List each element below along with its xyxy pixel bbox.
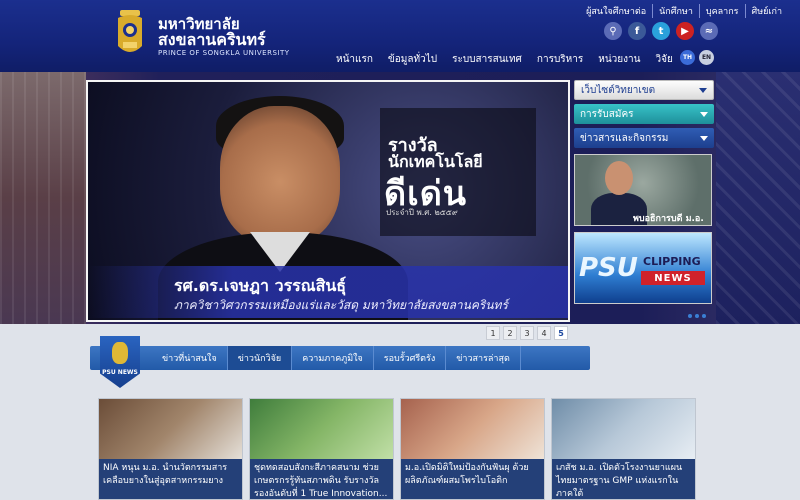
- campus-building-image: [0, 72, 86, 324]
- social-icons: ⚲ f t ▶ ≈: [604, 22, 718, 40]
- psu-news-badge: PSU NEWS: [100, 336, 140, 388]
- lang-th-button[interactable]: TH: [680, 50, 695, 65]
- news-image: [250, 399, 393, 459]
- tab-latest-news[interactable]: ข่าวสารล่าสุด: [446, 346, 521, 370]
- logo-english-name[interactable]: PRINCE OF SONGKLA UNIVERSITY: [158, 49, 290, 57]
- search-icon[interactable]: ⚲: [604, 22, 622, 40]
- top-link-alumni[interactable]: ศิษย์เก่า: [744, 4, 789, 18]
- slider-pager: 1 2 3 4 5: [486, 326, 568, 340]
- campus-websites-dropdown[interactable]: เว็บไซต์วิทยาเขต: [574, 80, 714, 100]
- news-image: [552, 399, 695, 459]
- news-label: NEWS: [641, 271, 705, 285]
- slide-caption-subtitle: ภาควิชาวิศวกรรมเหมืองแร่และวัสดุ มหาวิทย…: [174, 298, 508, 312]
- chevron-down-icon: [699, 87, 707, 93]
- meet-president-label: พบอธิการบดี ม.อ.: [633, 214, 704, 224]
- nav-home[interactable]: หน้าแรก: [336, 52, 373, 67]
- site-header: มหาวิทยาลัย สงขลานครินทร์ PRINCE OF SONG…: [0, 0, 800, 72]
- twitter-icon[interactable]: t: [652, 22, 670, 40]
- slider-page-1[interactable]: 1: [486, 326, 500, 340]
- hero-slider[interactable]: รางวัล นักเทคโนโลยี ดีเด่น ประจำปี พ.ศ. …: [86, 80, 570, 322]
- news-tabs: ข่าวที่น่าสนใจ ข่าวนักวิจัย ความภาคภูมิใ…: [152, 346, 521, 370]
- psu-logo-text: PSU: [579, 253, 638, 283]
- nav-administration[interactable]: การบริหาร: [537, 52, 583, 67]
- top-links: ผู้สนใจศึกษาต่อ นักศึกษา บุคลากร ศิษย์เก…: [580, 4, 788, 18]
- news-card[interactable]: ชุดทดสอบสังกะสีภาคสนาม ช่วย เกษตรกรรู้ทั…: [249, 398, 394, 500]
- news-image: [99, 399, 242, 459]
- news-activities-dropdown[interactable]: ข่าวสารและกิจกรรม: [574, 128, 714, 148]
- campus-lattice-image: [716, 72, 800, 324]
- sidebar-carousel-dots[interactable]: [688, 314, 706, 318]
- carousel-dot[interactable]: [702, 314, 706, 318]
- psu-seal-icon: [112, 342, 128, 364]
- slider-page-4[interactable]: 4: [537, 326, 551, 340]
- news-card[interactable]: NIA หนุน ม.อ. นำนวัตกรรมสาร เคลือบยางในส…: [98, 398, 243, 500]
- news-headline[interactable]: เภสัช ม.อ. เปิดตัวโรงงานยาแผน ไทยมาตรฐาน…: [552, 459, 695, 499]
- person-portrait: [220, 106, 340, 244]
- lang-en-button[interactable]: EN: [699, 50, 714, 65]
- nav-departments[interactable]: หน่วยงาน: [598, 52, 640, 67]
- psu-news-label: PSU NEWS: [102, 369, 138, 376]
- psu-clipping-news-card[interactable]: PSU CLIPPING NEWS: [574, 232, 712, 304]
- tab-around-campus[interactable]: รอบรั้วศรีตรัง: [374, 346, 447, 370]
- tab-pride[interactable]: ความภาคภูมิใจ: [292, 346, 374, 370]
- university-seal-icon[interactable]: [112, 8, 148, 60]
- award-year: ประจำปี พ.ศ. ๒๕๕๙: [386, 208, 458, 217]
- facebook-icon[interactable]: f: [628, 22, 646, 40]
- carousel-dot[interactable]: [688, 314, 692, 318]
- meet-president-card[interactable]: พบอธิการบดี ม.อ.: [574, 154, 712, 226]
- president-face: [605, 161, 633, 195]
- carousel-dot[interactable]: [695, 314, 699, 318]
- news-activities-label: ข่าวสารและกิจกรรม: [580, 132, 669, 144]
- news-headline[interactable]: ชุดทดสอบสังกะสีภาคสนาม ช่วย เกษตรกรรู้ทั…: [250, 459, 393, 499]
- slider-page-2[interactable]: 2: [503, 326, 517, 340]
- slider-page-3[interactable]: 3: [520, 326, 534, 340]
- tab-researcher-news[interactable]: ข่าวนักวิจัย: [227, 346, 293, 370]
- youtube-icon[interactable]: ▶: [676, 22, 694, 40]
- tab-interesting-news[interactable]: ข่าวที่น่าสนใจ: [152, 346, 228, 370]
- language-switch: TH EN: [680, 50, 714, 65]
- news-thumbnails: NIA หนุน ม.อ. นำนวัตกรรมสาร เคลือบยางในส…: [98, 398, 696, 500]
- news-card[interactable]: เภสัช ม.อ. เปิดตัวโรงงานยาแผน ไทยมาตรฐาน…: [551, 398, 696, 500]
- admissions-label: การรับสมัคร: [580, 108, 634, 120]
- slider-page-5[interactable]: 5: [554, 326, 568, 340]
- chevron-down-icon: [700, 135, 708, 141]
- clipping-label: CLIPPING: [643, 255, 701, 268]
- nav-general-info[interactable]: ข้อมูลทั่วไป: [388, 52, 437, 67]
- chevron-down-icon: [700, 111, 708, 117]
- campus-websites-label: เว็บไซต์วิทยาเขต: [581, 84, 656, 96]
- news-headline[interactable]: NIA หนุน ม.อ. นำนวัตกรรมสาร เคลือบยางในส…: [99, 459, 242, 499]
- top-link-students[interactable]: นักศึกษา: [652, 4, 699, 18]
- nav-research[interactable]: วิจัย: [656, 52, 673, 67]
- rss-icon[interactable]: ≈: [700, 22, 718, 40]
- top-link-prospective[interactable]: ผู้สนใจศึกษาต่อ: [580, 4, 652, 18]
- admissions-dropdown[interactable]: การรับสมัคร: [574, 104, 714, 124]
- nav-information-systems[interactable]: ระบบสารสนเทศ: [452, 52, 522, 67]
- right-sidebar: เว็บไซต์วิทยาเขต การรับสมัคร ข่าวสารและก…: [574, 80, 714, 304]
- news-card[interactable]: ม.อ.เปิดมิติใหม่ป้องกันฟันผุ ด้วย ผลิตภั…: [400, 398, 545, 500]
- top-link-staff[interactable]: บุคลากร: [698, 4, 745, 18]
- news-headline[interactable]: ม.อ.เปิดมิติใหม่ป้องกันฟันผุ ด้วย ผลิตภั…: [401, 459, 544, 499]
- main-nav: หน้าแรก ข้อมูลทั่วไป ระบบสารสนเทศ การบริ…: [336, 52, 688, 67]
- news-image: [401, 399, 544, 459]
